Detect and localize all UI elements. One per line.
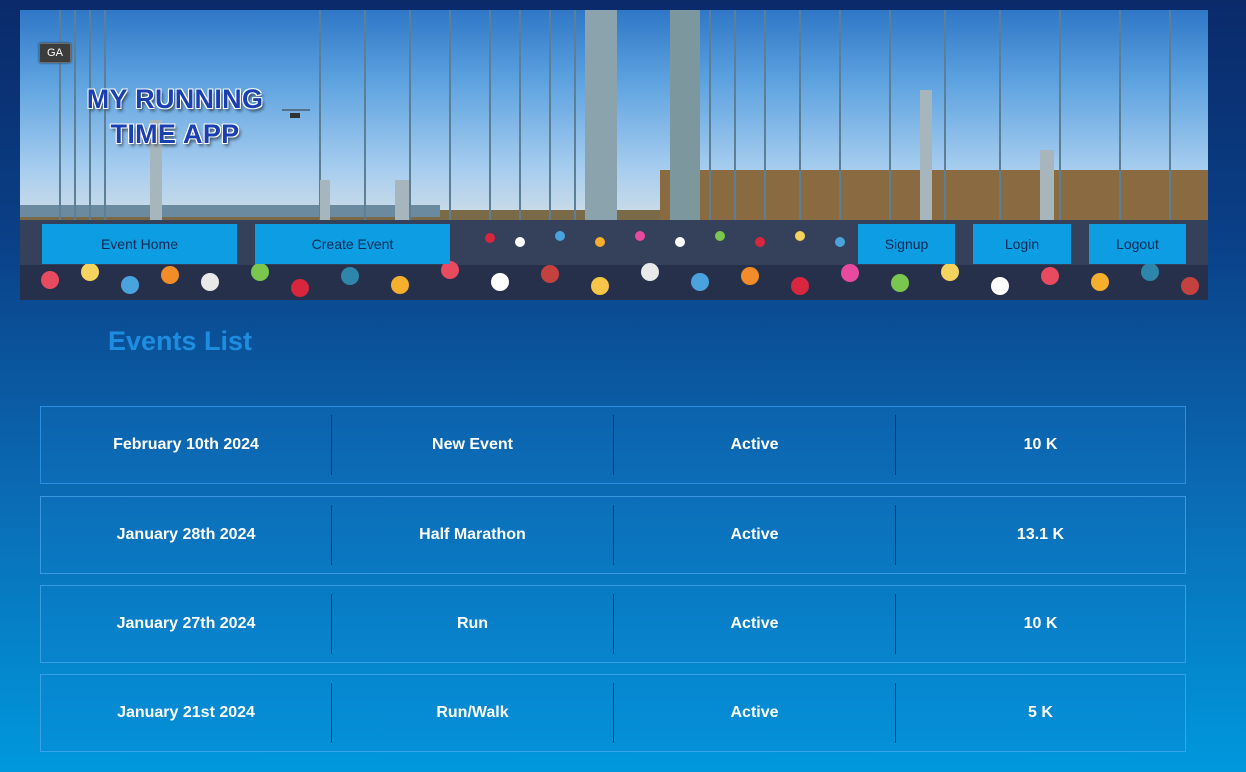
event-date: January 21st 2024 [41, 683, 332, 743]
event-status: Active [614, 594, 896, 654]
event-home-button[interactable]: Event Home [42, 224, 237, 264]
event-row[interactable]: January 28th 2024 Half Marathon Active 1… [40, 496, 1186, 574]
event-row[interactable]: January 27th 2024 Run Active 10 K [40, 585, 1186, 663]
create-event-button[interactable]: Create Event [255, 224, 450, 264]
event-name: New Event [332, 415, 614, 475]
event-date: January 28th 2024 [41, 505, 332, 565]
event-status: Active [614, 415, 896, 475]
ga-badge[interactable]: GA [39, 43, 71, 63]
event-status: Active [614, 683, 896, 743]
event-date: January 27th 2024 [41, 594, 332, 654]
app-title: MY RUNNING TIME APP [86, 84, 264, 149]
login-button[interactable]: Login [973, 224, 1071, 264]
event-row[interactable]: January 21st 2024 Run/Walk Active 5 K [40, 674, 1186, 752]
event-name: Half Marathon [332, 505, 614, 565]
event-name: Run/Walk [332, 683, 614, 743]
event-status: Active [614, 505, 896, 565]
event-row[interactable]: February 10th 2024 New Event Active 10 K [40, 406, 1186, 484]
event-date: February 10th 2024 [41, 415, 332, 475]
logout-button[interactable]: Logout [1089, 224, 1186, 264]
event-distance: 10 K [1023, 615, 1058, 632]
event-name: Run [332, 594, 614, 654]
page-title: Events List [108, 326, 253, 356]
event-distance: 13.1 K [1016, 526, 1065, 543]
event-distance: 5 K [1028, 704, 1053, 721]
signup-button[interactable]: Signup [858, 224, 955, 264]
event-distance: 10 K [1023, 436, 1058, 453]
